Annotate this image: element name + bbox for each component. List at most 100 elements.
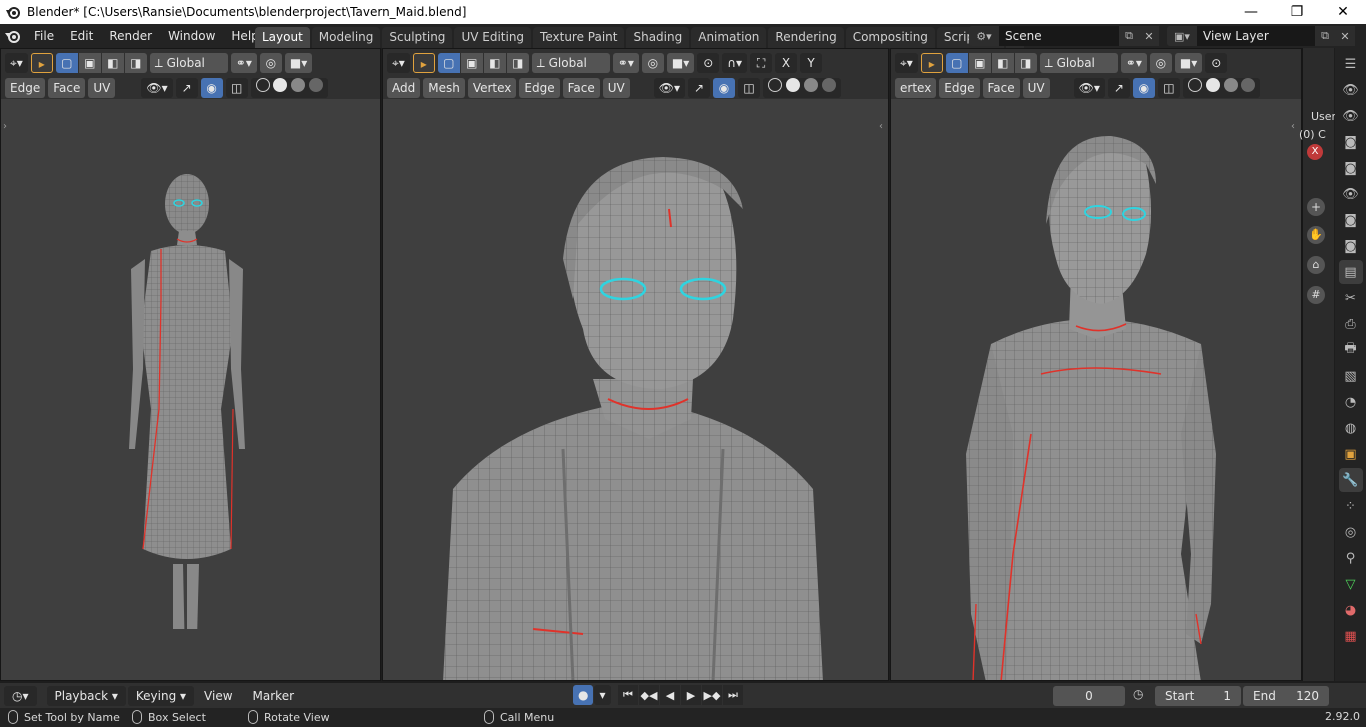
mirror-icon[interactable]: ⛶	[750, 53, 773, 73]
axis-x-icon[interactable]: X	[1307, 144, 1323, 160]
constraints-icon[interactable]: ⚲	[1339, 546, 1363, 570]
camera-visibility-icon[interactable]: ◙	[1339, 130, 1363, 154]
tab-compositing[interactable]: Compositing	[845, 27, 935, 48]
submode-edge[interactable]: Edge	[939, 78, 980, 98]
eye-icon[interactable]: 👁	[1339, 78, 1363, 102]
menu-edit[interactable]: Edit	[62, 24, 101, 48]
select-extend-icon[interactable]: ▣	[968, 53, 991, 73]
orientation-dropdown[interactable]: ⟂ Global	[1039, 53, 1118, 73]
select-extend-icon[interactable]: ▣	[460, 53, 483, 73]
tab-rendering[interactable]: Rendering	[768, 27, 844, 48]
select-tool-icon[interactable]: ▸	[30, 53, 53, 73]
select-new-icon[interactable]: ▢	[437, 53, 460, 73]
menu-vertex[interactable]: Vertex	[467, 78, 517, 98]
play-reverse-icon[interactable]: ◀	[660, 685, 680, 705]
camera-visibility-icon[interactable]: ◙	[1339, 234, 1363, 258]
copy-view-layer-icon[interactable]: ⧉	[1315, 26, 1335, 46]
world-icon[interactable]: ◍	[1339, 416, 1363, 440]
submode-uv[interactable]: UV	[1022, 78, 1050, 98]
grid-icon[interactable]: #	[1307, 286, 1325, 304]
jump-start-icon[interactable]: ⏮	[618, 685, 638, 705]
particles-icon[interactable]: ⁘	[1339, 494, 1363, 518]
tab-modeling[interactable]: Modeling	[311, 27, 381, 48]
proportional-falloff-icon[interactable]: ⊙	[697, 53, 720, 73]
mesh-three-quarter[interactable]	[951, 134, 1241, 681]
xray-icon[interactable]: ◫	[738, 78, 761, 98]
tab-texture-paint[interactable]: Texture Paint	[533, 27, 625, 48]
gizmo-icon[interactable]: ↗	[175, 78, 198, 98]
scene-icon[interactable]: ⚙▾	[969, 26, 999, 46]
xray-icon[interactable]: ◫	[225, 78, 248, 98]
jump-end-icon[interactable]: ⏭	[723, 685, 743, 705]
region-toggle-icon[interactable]: ‹	[879, 121, 883, 132]
pivot-icon[interactable]: ⚭▾	[612, 53, 639, 73]
menu-render[interactable]: Render	[101, 24, 160, 48]
menu-add[interactable]: Add	[387, 78, 421, 98]
snap-icon[interactable]: ◎	[1149, 53, 1172, 73]
region-toggle-icon[interactable]: ‹	[1291, 121, 1295, 132]
physics-icon[interactable]: ◎	[1339, 520, 1363, 544]
submode-face[interactable]: Face	[48, 78, 86, 98]
editor-type-icon[interactable]: ⌖▾	[5, 53, 28, 73]
outliner-filter-icon[interactable]: ☰	[1339, 52, 1363, 76]
viewport-right[interactable]: ⌖▾ ▸ ▢ ▣ ◧ ◨ ⟂ Global ⚭▾ ◎ ■▾ ⊙ ertex Ed…	[890, 48, 1302, 681]
view-layer-icon[interactable]: ▣▾	[1167, 26, 1197, 46]
editor-type-icon[interactable]: ⌖▾	[895, 53, 918, 73]
mesh-full-body[interactable]	[121, 169, 251, 629]
gizmo-icon[interactable]: ↗	[1107, 78, 1130, 98]
snap-icon[interactable]: ◎	[641, 53, 664, 73]
proportional-icon[interactable]: ■▾	[666, 53, 695, 73]
viewport-left[interactable]: ⌖▾ ▸ ▢ ▣ ◧ ◨ ⟂ Global ⚭▾ ◎ ■▾ Edge Face …	[0, 48, 381, 681]
viewport-center[interactable]: ⌖▾ ▸ ▢ ▣ ◧ ◨ ⟂ Global ⚭▾ ◎ ■▾ ⊙ ∩▾ ⛶ X Y…	[382, 48, 889, 681]
hand-pan-icon[interactable]: ✋	[1307, 226, 1325, 244]
tab-animation[interactable]: Animation	[691, 27, 767, 48]
select-tool-icon[interactable]: ▸	[412, 53, 435, 73]
play-icon[interactable]: ▶	[681, 685, 701, 705]
next-keyframe-icon[interactable]: ▶◆	[702, 685, 722, 705]
camera-visibility-icon[interactable]: ◙	[1339, 208, 1363, 232]
remove-scene-icon[interactable]: ✕	[1139, 26, 1159, 46]
xray-icon[interactable]: ◫	[1157, 78, 1180, 98]
select-subtract-icon[interactable]: ◧	[101, 53, 124, 73]
clock-icon[interactable]: ◷	[1133, 687, 1143, 701]
camera-visibility-icon[interactable]: ◙	[1339, 156, 1363, 180]
select-intersect-icon[interactable]: ◨	[1014, 53, 1037, 73]
output-icon[interactable]: 🖶	[1339, 338, 1363, 362]
auto-key-icon[interactable]: ●	[573, 685, 594, 705]
eye-icon[interactable]: 👁	[1339, 104, 1363, 128]
menu-uv[interactable]: UV	[602, 78, 630, 98]
maximize-button[interactable]: ❐	[1274, 0, 1320, 24]
scene-tab-icon[interactable]: ◔	[1339, 390, 1363, 414]
pivot-icon[interactable]: ⚭▾	[1120, 53, 1147, 73]
mirror-x-toggle[interactable]: X	[775, 53, 798, 73]
render-icon[interactable]: ⎙	[1339, 312, 1363, 336]
scene-field[interactable]: Scene	[999, 26, 1119, 46]
proportional-falloff-icon[interactable]: ⊙	[1205, 53, 1228, 73]
submode-vertex[interactable]: ertex	[895, 78, 937, 98]
zoom-icon[interactable]: +	[1307, 198, 1325, 216]
object-icon[interactable]: ▣	[1339, 442, 1363, 466]
prev-keyframe-icon[interactable]: ◆◀	[639, 685, 659, 705]
timeline-marker-menu[interactable]: Marker	[243, 689, 304, 703]
tab-layout[interactable]: Layout	[255, 27, 310, 48]
end-frame-field[interactable]: End 120	[1243, 685, 1329, 706]
blender-logo-icon[interactable]	[0, 24, 26, 48]
select-new-icon[interactable]: ▢	[945, 53, 968, 73]
timeline-editor-icon[interactable]: ◷▾	[4, 685, 37, 706]
tab-shading[interactable]: Shading	[626, 27, 690, 48]
view-layer-field[interactable]: View Layer	[1197, 26, 1315, 46]
gizmo-icon[interactable]: ↗	[688, 78, 711, 98]
select-tool-icon[interactable]: ▸	[920, 53, 943, 73]
mesh-closeup-head[interactable]	[423, 149, 853, 681]
modifier-wrench-icon[interactable]: 🔧	[1338, 468, 1363, 492]
editor-type-icon[interactable]: ⌖▾	[387, 53, 410, 73]
properties-editor-icon[interactable]: ▤	[1338, 260, 1363, 284]
select-intersect-icon[interactable]: ◨	[124, 53, 147, 73]
shading-modes-icon[interactable]	[1182, 78, 1261, 98]
mesh-data-icon[interactable]: ▽	[1339, 572, 1363, 596]
current-frame-field[interactable]: 0	[1053, 685, 1125, 706]
falloff-curve-icon[interactable]: ∩▾	[722, 53, 748, 73]
close-button[interactable]: ✕	[1320, 0, 1366, 24]
texture-icon[interactable]: ▦	[1339, 624, 1363, 648]
copy-scene-icon[interactable]: ⧉	[1119, 26, 1139, 46]
